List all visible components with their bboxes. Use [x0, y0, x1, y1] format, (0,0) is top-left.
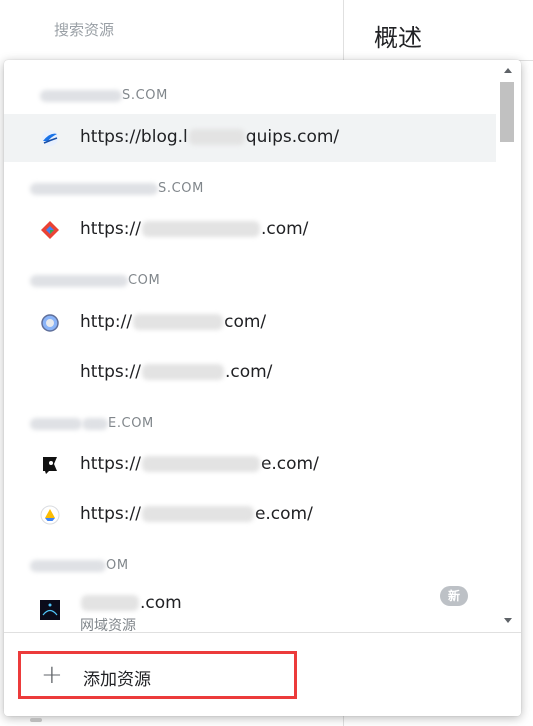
page-title: 概述	[374, 24, 422, 52]
property-type-label: 网域资源	[80, 618, 136, 632]
property-row[interactable]: https://.com/	[4, 206, 496, 254]
property-url: https://e.com/	[80, 454, 319, 474]
property-row[interactable]: https://.com/	[4, 349, 496, 397]
bottom-indicator	[30, 718, 42, 722]
scroll-up-arrow-icon[interactable]	[504, 68, 512, 73]
group-header: OM	[30, 558, 129, 574]
property-row[interactable]: http://com/	[4, 299, 496, 347]
group-header: S.COM	[30, 181, 204, 197]
dropdown-footer: + 添加资源	[4, 632, 521, 716]
property-url: https://.com/	[80, 219, 309, 239]
property-url: .com	[80, 593, 182, 613]
add-property-button[interactable]: + 添加资源	[18, 651, 297, 699]
dark-square-logo-icon	[40, 600, 60, 620]
red-diamond-logo-icon	[40, 220, 60, 240]
property-row[interactable]: https://e.com/	[4, 491, 496, 539]
property-url: http://com/	[80, 312, 267, 332]
black-flag-logo-icon	[40, 455, 60, 475]
group-header: COM	[30, 273, 160, 289]
group-header: S.COM	[40, 88, 168, 104]
property-url: https://e.com/	[80, 504, 313, 524]
add-property-label: 添加资源	[83, 670, 151, 690]
new-badge: 新	[440, 586, 468, 606]
property-row[interactable]: https://e.com/	[4, 441, 496, 489]
search-placeholder[interactable]: 搜索资源	[54, 19, 114, 40]
property-url: https://blog.l quips.com/	[80, 127, 340, 147]
scroll-down-arrow-icon[interactable]	[504, 618, 512, 623]
bird-logo-icon	[40, 128, 60, 148]
property-url: https://.com/	[80, 362, 273, 382]
scrollbar-thumb[interactable]	[500, 82, 514, 142]
property-row[interactable]: https://blog.l quips.com/	[4, 114, 496, 162]
drive-triangle-logo-icon	[40, 505, 60, 525]
group-header: E.COM	[30, 416, 154, 432]
property-row[interactable]: .com 网域资源	[4, 580, 496, 632]
plus-icon: +	[41, 660, 63, 690]
scrollbar[interactable]	[496, 60, 520, 632]
property-selector-dropdown: S.COM https://blog.l quips.com/ S.COM htt…	[4, 60, 521, 716]
globe-icon	[40, 313, 60, 333]
property-list[interactable]: S.COM https://blog.l quips.com/ S.COM htt…	[4, 60, 496, 632]
